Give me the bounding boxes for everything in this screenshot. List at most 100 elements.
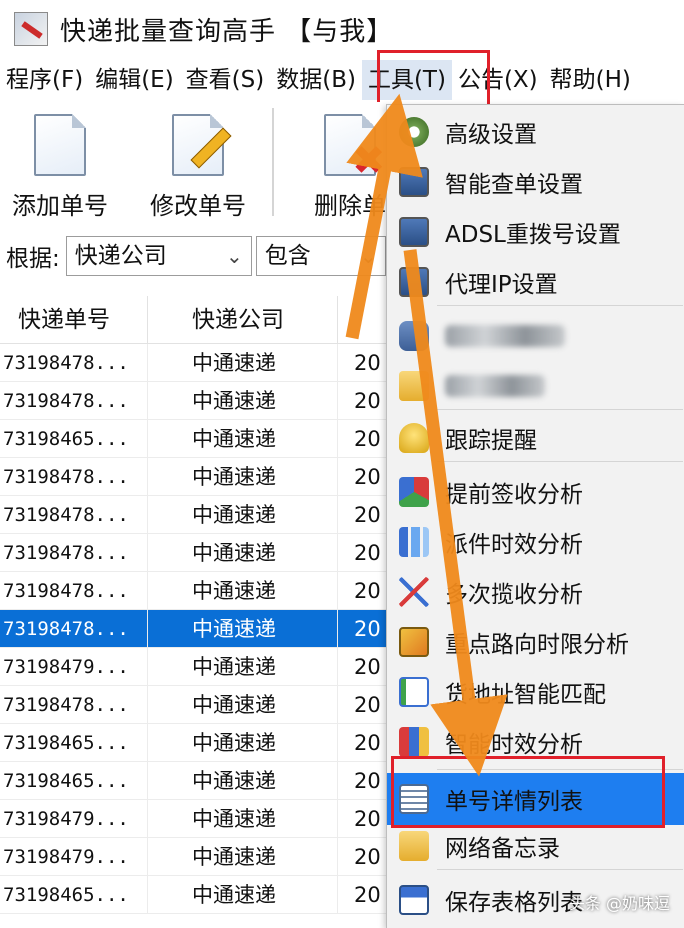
menu-help[interactable]: 帮助(H) xyxy=(544,60,637,100)
table-row[interactable]: 73198465... 中通速递 20 xyxy=(0,762,390,800)
cell-date: 20 xyxy=(338,800,390,837)
cell-courier: 中通速递 xyxy=(148,762,338,799)
tools-menu-item[interactable]: 重点路向时限分析 xyxy=(387,617,684,667)
tools-menu-item-label: 网络备忘录 xyxy=(445,836,560,862)
filter-operator-select[interactable]: 包含 ⌄ xyxy=(255,236,386,276)
tools-menu-item[interactable]: 跟踪提醒 xyxy=(387,413,684,463)
edit-number-label: 修改单号 xyxy=(150,192,246,220)
tools-menu-item[interactable]: 高级设置 xyxy=(387,107,684,157)
cell-courier: 中通速递 xyxy=(148,724,338,761)
cell-courier: 中通速递 xyxy=(148,382,338,419)
tools-menu-item[interactable]: 智能查单设置 xyxy=(387,157,684,207)
table-row[interactable]: 73198478... 中通速递 20 xyxy=(0,496,390,534)
table-row[interactable]: 73198479... 中通速递 20 xyxy=(0,838,390,876)
tools-menu-item[interactable] xyxy=(387,361,684,411)
line-chart-icon xyxy=(399,577,429,607)
tools-menu-item-label: 跟踪提醒 xyxy=(445,428,537,454)
cell-date: 20 xyxy=(338,724,390,761)
table-row[interactable]: 73198465... 中通速递 20 xyxy=(0,420,390,458)
menu-view[interactable]: 查看(S) xyxy=(180,60,271,100)
table-row[interactable]: 73198478... 中通速递 20 xyxy=(0,382,390,420)
table-row[interactable]: 73198478... 中通速递 20 xyxy=(0,610,390,648)
tools-menu-item[interactable]: 网络备忘录 xyxy=(387,821,684,871)
monitor-icon xyxy=(399,267,429,297)
document-delete-icon: ✖ xyxy=(324,114,386,184)
folder-icon xyxy=(399,371,429,401)
cell-date: 20 xyxy=(338,420,390,457)
table-row[interactable]: 73198465... 中通速递 20 xyxy=(0,876,390,914)
menu-data[interactable]: 数据(B) xyxy=(270,60,362,100)
cell-date: 20 xyxy=(338,838,390,875)
filter-field-value: 快递公司 xyxy=(74,243,167,269)
tools-menu-item[interactable]: ADSL重拨号设置 xyxy=(387,207,684,257)
cell-tracking-number: 73198478... xyxy=(0,534,148,571)
menu-edit[interactable]: 编辑(E) xyxy=(89,60,179,100)
menu-program[interactable]: 程序(F) xyxy=(0,60,89,100)
cell-courier: 中通速递 xyxy=(148,838,338,875)
chevron-down-icon: ⌄ xyxy=(359,244,377,268)
table-row[interactable]: 73198478... 中通速递 20 xyxy=(0,458,390,496)
cell-tracking-number: 73198479... xyxy=(0,800,148,837)
table-row[interactable]: 73198465... 中通速递 20 xyxy=(0,724,390,762)
document-icon xyxy=(34,114,86,176)
cell-courier: 中通速递 xyxy=(148,648,338,685)
tools-menu-item[interactable]: 多次揽收分析 xyxy=(387,567,684,617)
table-row[interactable]: 73198478... 中通速递 20 xyxy=(0,534,390,572)
table-row[interactable]: 73198478... 中通速递 20 xyxy=(0,344,390,382)
edit-number-button[interactable]: 修改单号 xyxy=(138,110,258,220)
monitor-icon xyxy=(399,167,429,197)
table-row[interactable]: 73198479... 中通速递 20 xyxy=(0,648,390,686)
watermark: 头条 @奶味逗 xyxy=(568,894,670,913)
cell-courier: 中通速递 xyxy=(148,344,338,381)
filter-operator-value: 包含 xyxy=(264,243,311,269)
annotation-box-tools-menu xyxy=(377,50,490,107)
annotation-box-detail-list xyxy=(391,756,665,828)
map-icon xyxy=(399,627,429,657)
cell-date: 20 xyxy=(338,534,390,571)
table-row[interactable]: 73198478... 中通速递 20 xyxy=(0,686,390,724)
cell-date: 20 xyxy=(338,458,390,495)
tools-menu-item[interactable]: 派件时效分析 xyxy=(387,517,684,567)
column-header-courier[interactable]: 快递公司 xyxy=(148,296,338,343)
filter-field-select[interactable]: 快递公司 ⌄ xyxy=(65,236,252,276)
tools-menu-item-label: 代理IP设置 xyxy=(445,272,558,298)
cell-date: 20 xyxy=(338,344,390,381)
menu-separator xyxy=(437,461,683,462)
cell-courier: 中通速递 xyxy=(148,420,338,457)
chart-pen-icon xyxy=(399,727,429,757)
table-row[interactable]: 73198479... 中通速递 20 xyxy=(0,800,390,838)
cell-courier: 中通速递 xyxy=(148,686,338,723)
cell-date: 20 xyxy=(338,762,390,799)
menu-separator xyxy=(437,305,683,306)
add-number-button[interactable]: 添加单号 xyxy=(0,110,120,220)
cell-tracking-number: 73198478... xyxy=(0,572,148,609)
tools-menu-item-label: 提前签收分析 xyxy=(445,482,583,508)
menu-separator xyxy=(437,409,683,410)
blurred-menu-label xyxy=(445,325,565,347)
tools-menu-item[interactable]: 货地址智能匹配 xyxy=(387,667,684,717)
tools-menu-item-label: 多次揽收分析 xyxy=(445,582,583,608)
tools-menu-item[interactable] xyxy=(387,311,684,361)
table-row[interactable]: 73198478... 中通速递 20 xyxy=(0,572,390,610)
tools-menu-item[interactable]: 提前签收分析 xyxy=(387,467,684,517)
tools-menu-item-label: 派件时效分析 xyxy=(445,532,583,558)
table-body: 73198478... 中通速递 20 73198478... 中通速递 20 731984… xyxy=(0,344,390,914)
cell-date: 20 xyxy=(338,382,390,419)
tools-menu-item-label: 高级设置 xyxy=(445,122,537,148)
cell-date: 20 xyxy=(338,610,390,647)
tools-menu-item[interactable]: 代理IP设置 xyxy=(387,257,684,307)
tools-menu-item-label: ADSL重拨号设置 xyxy=(445,222,621,248)
cell-date: 20 xyxy=(338,496,390,533)
cell-tracking-number: 73198478... xyxy=(0,686,148,723)
column-header-tracking-number[interactable]: 快递单号 xyxy=(0,296,148,343)
cell-tracking-number: 73198478... xyxy=(0,496,148,533)
cell-date: 20 xyxy=(338,686,390,723)
cell-tracking-number: 73198478... xyxy=(0,344,148,381)
cell-courier: 中通速递 xyxy=(148,876,338,913)
cell-tracking-number: 73198479... xyxy=(0,838,148,875)
cell-courier: 中通速递 xyxy=(148,458,338,495)
column-header-date[interactable] xyxy=(338,296,390,343)
blurred-menu-label xyxy=(445,375,545,397)
cell-tracking-number: 73198465... xyxy=(0,724,148,761)
chevron-down-icon: ⌄ xyxy=(225,244,243,268)
